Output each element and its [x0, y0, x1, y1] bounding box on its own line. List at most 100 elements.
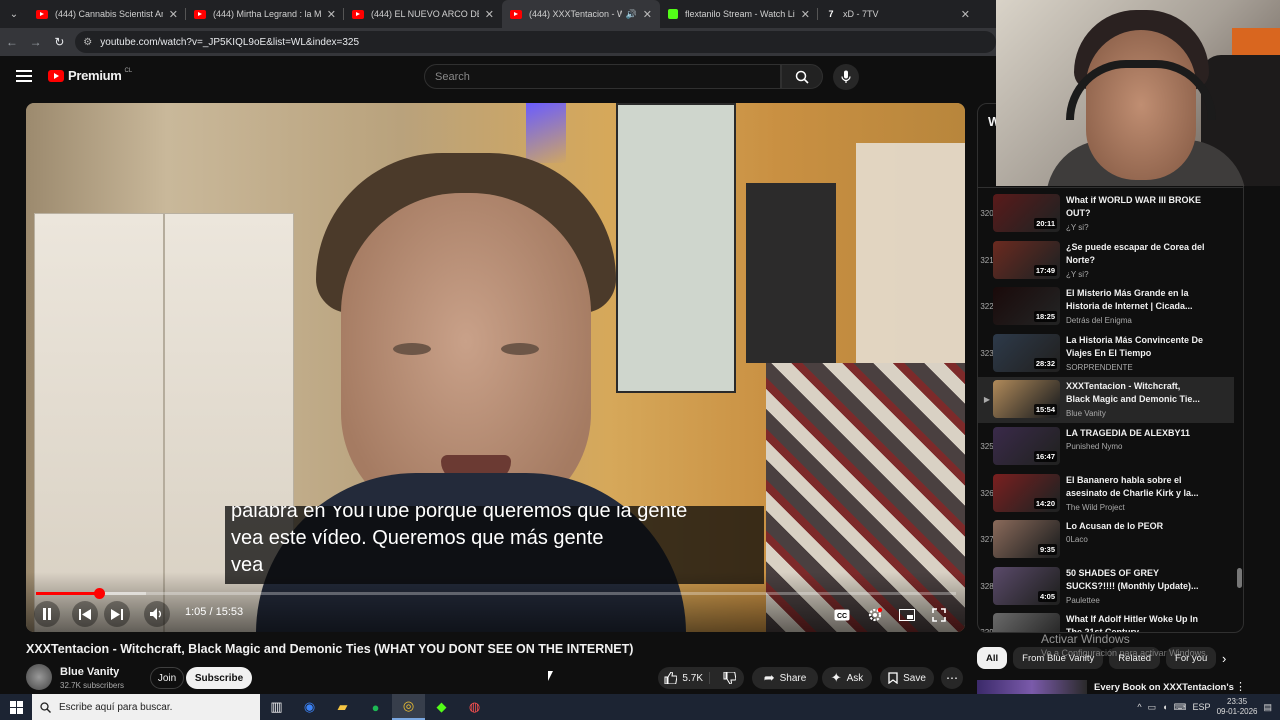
channel-avatar[interactable]: [26, 664, 52, 690]
video-thumbnail[interactable]: [993, 613, 1060, 632]
browser-tab-active[interactable]: (444) XXXTentacion - Witch 🔊 ✕: [502, 0, 660, 28]
playlist-item[interactable]: 321 17:49 ¿Se puede escapar de Corea del N…: [978, 238, 1234, 284]
playlist-item-title: 50 SHADES OF GREY SUCKS?!!!! (Monthly Up…: [1066, 567, 1199, 591]
recommendation-item[interactable]: Every Book on XXXTentacion's ⋮: [977, 680, 1246, 694]
close-tab-icon[interactable]: ✕: [961, 8, 970, 21]
video-thumbnail[interactable]: 4:05: [993, 566, 1060, 605]
captions-button[interactable]: CC: [831, 604, 853, 626]
duration-badge: 17:49: [1033, 264, 1057, 276]
playlist-item[interactable]: 325 16:47 LA TRAGEDIA DE ALEXBY11 Punished …: [978, 424, 1234, 470]
language-indicator[interactable]: ESP: [1193, 702, 1211, 712]
close-tab-icon[interactable]: ✕: [327, 8, 336, 21]
clock-date: 09-01-2026: [1216, 707, 1258, 716]
menu-icon[interactable]: [16, 70, 32, 82]
search-input[interactable]: Search: [424, 64, 781, 89]
keyboard-icon[interactable]: ⌨: [1174, 702, 1187, 713]
caption-box: palabra en YouTube porque queremos que l…: [225, 506, 764, 584]
tab-search-icon[interactable]: ⌄: [0, 0, 28, 28]
settings-button[interactable]: [864, 604, 886, 626]
chips-next-icon[interactable]: ›: [1222, 651, 1226, 666]
playlist-item-title: El Misterio Más Grande en la Historia de…: [1066, 288, 1193, 312]
voice-search-button[interactable]: [833, 64, 859, 90]
browser-tab[interactable]: 7 xD - 7TV ✕: [818, 0, 978, 28]
chrome-icon[interactable]: ◎: [392, 694, 425, 720]
browser-tab[interactable]: (444) Mirtha Legrand : la MUJE ✕: [186, 0, 344, 28]
more-vert-icon[interactable]: ⋮: [1235, 680, 1246, 693]
video-player[interactable]: palabra en YouTube porque queremos que l…: [26, 103, 965, 632]
join-button[interactable]: Join: [150, 667, 184, 689]
share-button[interactable]: ➦ Share: [752, 667, 818, 689]
start-button[interactable]: [0, 694, 32, 720]
miniplayer-button[interactable]: [896, 604, 918, 626]
search-button[interactable]: [781, 64, 823, 89]
svg-text:CC: CC: [837, 613, 847, 620]
more-actions-button[interactable]: ⋯: [941, 667, 963, 689]
notifications-icon[interactable]: ▤: [1263, 702, 1272, 713]
chip-all[interactable]: All: [977, 647, 1008, 669]
video-thumbnail[interactable]: 9:35: [993, 520, 1060, 559]
browser-tab[interactable]: (444) EL NUEVO ARCO DE LA H ✕: [344, 0, 502, 28]
playlist-scrollbar[interactable]: [1237, 568, 1242, 588]
previous-button[interactable]: [72, 601, 98, 627]
playlist-item[interactable]: 322 18:25 El Misterio Más Grande en la His…: [978, 284, 1234, 330]
browser-tab[interactable]: (444) Cannabis Scientist Answe ✕: [28, 0, 186, 28]
playlist-item[interactable]: 328 4:05 50 SHADES OF GREY SUCKS?!!!! (Mon…: [978, 564, 1234, 610]
task-view-icon[interactable]: ▥: [260, 694, 293, 720]
ask-button[interactable]: ✦ Ask: [822, 667, 872, 689]
app-icon[interactable]: ◉: [293, 694, 326, 720]
taskbar-search-input[interactable]: Escribe aquí para buscar.: [32, 694, 260, 720]
playlist-item[interactable]: 329 What If Adolf Hitler Woke Up In The 2…: [978, 610, 1234, 632]
pause-button[interactable]: [34, 601, 60, 627]
app-icon[interactable]: ◆: [425, 694, 458, 720]
playlist-item[interactable]: 326 14:20 El Bananero habla sobre el asesi…: [978, 471, 1234, 517]
youtube-premium-logo[interactable]: Premium CL: [48, 68, 132, 83]
video-thumbnail[interactable]: 15:54: [993, 380, 1060, 419]
next-button[interactable]: [104, 601, 130, 627]
spotify-icon[interactable]: ●: [359, 694, 392, 720]
playlist-item[interactable]: 327 9:35 Lo Acusan de lo PEOR 0Laco: [978, 517, 1234, 563]
scrubber-handle[interactable]: [93, 588, 105, 599]
audio-playing-icon[interactable]: 🔊: [626, 9, 637, 20]
video-thumbnail[interactable]: 16:47: [993, 427, 1060, 465]
playlist-item-channel: Paulettee: [1066, 595, 1100, 605]
close-tab-icon[interactable]: ✕: [643, 8, 652, 21]
obs-icon[interactable]: ◍: [458, 694, 491, 720]
windows-taskbar: Escribe aquí para buscar. ▥ ◉ ▰ ● ◎ ◆ ◍ …: [0, 694, 1280, 720]
playlist-item[interactable]: 323 28:32 La Historia Más Convincente De V…: [978, 331, 1234, 377]
video-thumbnail[interactable]: 28:32: [993, 333, 1060, 372]
tab-title: flextanilo Stream - Watch Live: [685, 9, 795, 19]
clock[interactable]: 23:35 09-01-2026: [1217, 697, 1258, 717]
browser-tab[interactable]: flextanilo Stream - Watch Live ✕: [660, 0, 818, 28]
taskbar-search-placeholder: Escribe aquí para buscar.: [59, 701, 173, 713]
mute-button[interactable]: [144, 601, 170, 627]
back-icon[interactable]: ←: [0, 35, 24, 49]
video-frame-poster: [856, 143, 965, 383]
volume-icon[interactable]: ◖: [1162, 702, 1167, 712]
save-button[interactable]: Save: [880, 667, 934, 689]
file-explorer-icon[interactable]: ▰: [326, 694, 359, 720]
playlist-item[interactable]: 320 20:11 What if WORLD WAR III BROKE OUT?…: [978, 191, 1234, 237]
tray-chevron-icon[interactable]: ^: [1137, 702, 1141, 712]
fullscreen-button[interactable]: [928, 604, 950, 626]
duration-badge: 15:54: [1033, 404, 1057, 416]
subscribe-button[interactable]: Subscribe: [186, 667, 252, 689]
video-thumbnail[interactable]: 17:49: [993, 240, 1060, 279]
close-tab-icon[interactable]: ✕: [169, 8, 178, 21]
video-thumbnail[interactable]: 20:11: [993, 194, 1060, 232]
forward-icon[interactable]: →: [24, 35, 48, 49]
dislike-button[interactable]: [715, 672, 744, 684]
video-thumbnail[interactable]: 18:25: [993, 287, 1060, 326]
like-button[interactable]: 5.7K: [658, 672, 711, 684]
search-icon: [40, 701, 51, 713]
site-info-icon[interactable]: ⚙: [83, 37, 92, 48]
captions-icon: CC: [834, 609, 850, 621]
network-icon[interactable]: ▭: [1148, 702, 1157, 713]
progress-bar[interactable]: [36, 588, 956, 599]
playlist-item-current[interactable]: ▶ 15:54 XXXTentacion - Witchcraft, Black M…: [978, 377, 1234, 424]
close-tab-icon[interactable]: ✕: [801, 8, 810, 21]
close-tab-icon[interactable]: ✕: [485, 8, 494, 21]
video-thumbnail[interactable]: 14:20: [993, 473, 1060, 512]
channel-name[interactable]: Blue Vanity: [60, 666, 119, 678]
url-field[interactable]: ⚙ youtube.com/watch?v=_JP5KIQL9oE&list=W…: [75, 31, 997, 53]
reload-icon[interactable]: ↻: [48, 35, 72, 49]
